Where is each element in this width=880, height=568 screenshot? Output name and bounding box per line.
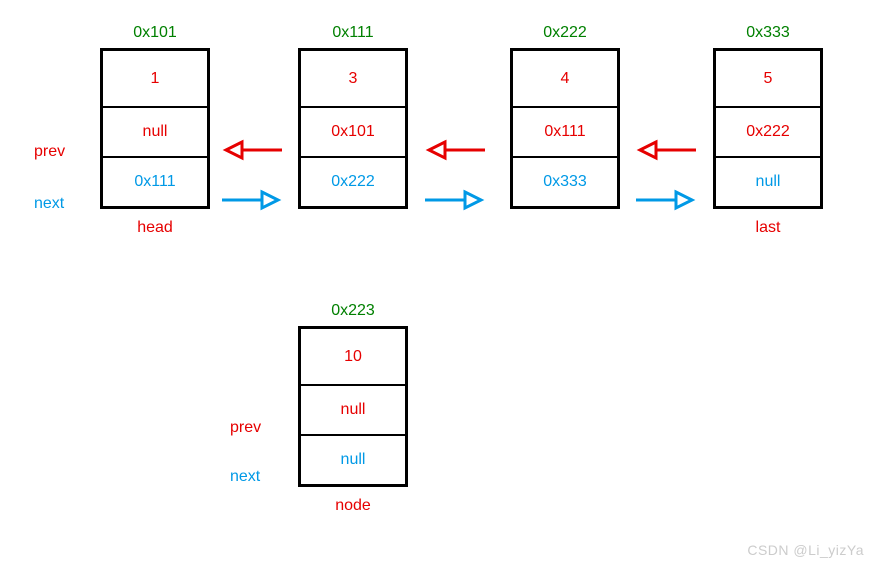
node-4-address: 0x333 (713, 24, 823, 42)
node-1: 0x101 1 null 0x111 head (100, 24, 210, 237)
node-1-box: 1 null 0x111 (100, 48, 210, 209)
label-prev-2: prev (230, 419, 261, 437)
label-prev: prev (34, 143, 65, 161)
node-3-value: 4 (513, 51, 617, 106)
node-3-box: 4 0x111 0x333 (510, 48, 620, 209)
node-5-next: null (301, 434, 405, 484)
node-4-next: null (716, 156, 820, 206)
node-3: 0x222 4 0x111 0x333 (510, 24, 620, 209)
node-1-next: 0x111 (103, 156, 207, 206)
node-4-label: last (713, 219, 823, 237)
node-5-box: 10 null null (298, 326, 408, 487)
node-2-prev: 0x101 (301, 106, 405, 156)
node-4: 0x333 5 0x222 null last (713, 24, 823, 237)
node-3-prev: 0x111 (513, 106, 617, 156)
node-4-value: 5 (716, 51, 820, 106)
node-5-prev: null (301, 384, 405, 434)
node-3-address: 0x222 (510, 24, 620, 42)
arrow-next-2 (423, 188, 485, 212)
arrow-prev-1 (222, 138, 284, 162)
node-3-next: 0x333 (513, 156, 617, 206)
label-next-2: next (230, 468, 260, 486)
watermark: CSDN @Li_yizYa (747, 542, 864, 558)
node-2-next: 0x222 (301, 156, 405, 206)
node-5-address: 0x223 (298, 302, 408, 320)
node-1-prev: null (103, 106, 207, 156)
node-5-value: 10 (301, 329, 405, 384)
arrow-next-3 (634, 188, 696, 212)
node-2-address: 0x111 (298, 24, 408, 42)
node-5-label: node (298, 497, 408, 515)
node-4-prev: 0x222 (716, 106, 820, 156)
node-1-address: 0x101 (100, 24, 210, 42)
label-next: next (34, 195, 64, 213)
node-2-box: 3 0x101 0x222 (298, 48, 408, 209)
node-1-value: 1 (103, 51, 207, 106)
node-2-value: 3 (301, 51, 405, 106)
arrow-prev-3 (636, 138, 698, 162)
node-4-box: 5 0x222 null (713, 48, 823, 209)
node-5: 0x223 10 null null node (298, 302, 408, 515)
node-2: 0x111 3 0x101 0x222 (298, 24, 408, 209)
arrow-prev-2 (425, 138, 487, 162)
arrow-next-1 (220, 188, 282, 212)
node-1-label: head (100, 219, 210, 237)
